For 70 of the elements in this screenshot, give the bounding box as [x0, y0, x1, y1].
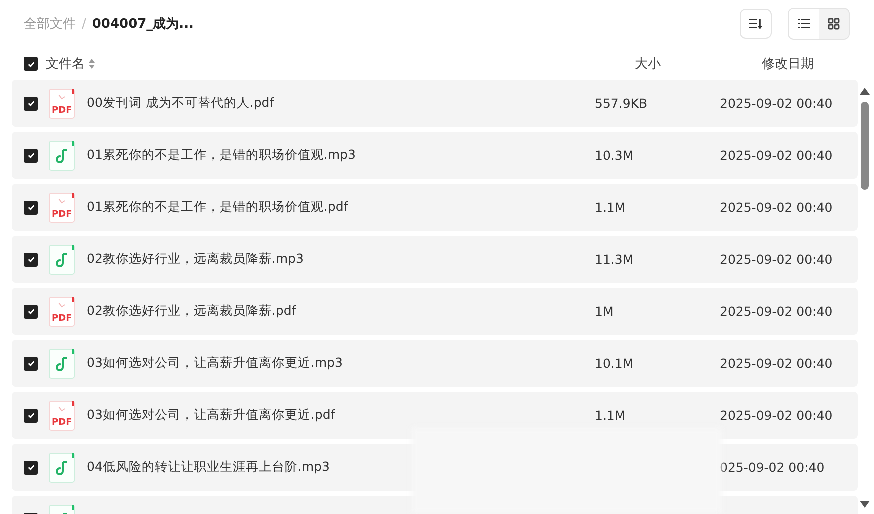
check-icon	[26, 203, 36, 212]
checkbox[interactable]	[24, 408, 38, 422]
pdf-file-icon: PDF	[49, 192, 75, 222]
file-name: 00发刊词 成为不可替代的人.pdf	[87, 95, 274, 110]
checkbox[interactable]	[24, 57, 38, 71]
file-size: 11.3M	[595, 252, 634, 267]
sort-button[interactable]	[740, 9, 772, 39]
check-icon	[26, 99, 36, 108]
column-header[interactable]: 文件名	[46, 55, 85, 73]
checkbox[interactable]	[24, 304, 38, 318]
file-name: 02教你选好行业，远离裁员降薪.mp3	[87, 251, 304, 266]
music-file-icon	[49, 452, 75, 482]
scroll-down-icon[interactable]	[860, 501, 870, 508]
modified-date: 2025-09-02 00:40	[720, 252, 833, 267]
check-icon	[26, 411, 36, 420]
check-icon	[26, 60, 36, 68]
modified-date: 2025-09-02 00:40	[720, 200, 833, 215]
sort-arrows-icon[interactable]	[89, 59, 95, 69]
file-size: 557.9KB	[595, 96, 648, 111]
check-icon	[26, 151, 36, 160]
check-icon	[26, 359, 36, 368]
column-header: 修改日期	[762, 56, 814, 73]
sort-icon	[749, 18, 763, 30]
file-row[interactable]: PDF 01累死你的不是工作，是错的职场价值观.pdf 1.1M 2025-09-02 00:40	[12, 184, 858, 231]
file-name: 04低风险的转让让职业生涯再上台阶.mp3	[87, 459, 330, 474]
file-size: 1M	[595, 304, 614, 319]
music-file-icon	[49, 244, 75, 274]
file-size: 10.1M	[595, 356, 634, 371]
music-file-icon	[49, 348, 75, 378]
file-name: 03如何选对公司，让高薪升值离你更近.mp3	[87, 355, 343, 370]
scroll-up-icon[interactable]	[860, 88, 870, 95]
file-name: 02教你选好行业，远离裁员降薪.pdf	[87, 303, 296, 318]
file-name: 01累死你的不是工作，是错的职场价值观.mp3	[87, 147, 356, 162]
pdf-file-icon: PDF	[49, 400, 75, 430]
scrollbar-thumb[interactable]	[861, 102, 869, 190]
modified-date: 2025-09-02 00:40	[720, 96, 833, 111]
checkbox[interactable]	[24, 148, 38, 162]
modified-date: 2025-09-02 00:40	[720, 408, 833, 423]
checkbox[interactable]	[24, 356, 38, 370]
pdf-file-icon: PDF	[49, 88, 75, 118]
file-row[interactable]: 01累死你的不是工作，是错的职场价值观.mp3 10.3M 2025-09-02 00:40	[12, 132, 858, 179]
file-size: 10.3M	[595, 148, 634, 163]
file-name: 01累死你的不是工作，是错的职场价值观.pdf	[87, 199, 348, 214]
modified-date: 2025-09-02 00:40	[720, 148, 833, 163]
breadcrumb-separator: /	[82, 16, 86, 32]
modified-date: 2025-09-02 00:40	[720, 304, 833, 319]
file-row[interactable]: 03如何选对公司，让高薪升值离你更近.mp3 10.1M 2025-09-02 00:40	[12, 340, 858, 387]
grid-view-icon	[828, 18, 840, 30]
music-file-icon	[49, 140, 75, 170]
modified-date: 025-09-02 00:40	[720, 460, 825, 475]
check-icon	[26, 255, 36, 264]
list-view-icon	[798, 19, 810, 29]
check-icon	[26, 463, 36, 472]
file-row[interactable]: 02教你选好行业，远离裁员降薪.mp3 11.3M 2025-09-02 00:40	[12, 236, 858, 283]
file-row[interactable]: PDF 00发刊词 成为不可替代的人.pdf 557.9KB 2025-09-02 00:40	[12, 80, 858, 127]
file-size: 1.1M	[595, 408, 626, 423]
checkbox[interactable]	[24, 96, 38, 110]
check-icon	[26, 307, 36, 316]
column-header: 大小	[635, 56, 661, 73]
modified-date: 2025-09-02 00:40	[720, 356, 833, 371]
file-name: 03如何选对公司，让高薪升值离你更近.pdf	[87, 407, 336, 422]
file-row[interactable]: PDF 02教你选好行业，远离裁员降薪.pdf 1M 2025-09-02 00:40	[12, 288, 858, 335]
file-row[interactable]: PDF 03如何选对公司，让高薪升值离你更近.pdf 1.1M 2025-09-02 00:40	[12, 392, 858, 439]
checkbox[interactable]	[24, 252, 38, 266]
list-view-button[interactable]	[789, 9, 819, 39]
file-size: 1.1M	[595, 200, 626, 215]
checkbox[interactable]	[24, 200, 38, 214]
breadcrumb-current: 004007_成为...	[92, 16, 194, 33]
pdf-file-icon: PDF	[49, 296, 75, 326]
checkbox[interactable]	[24, 460, 38, 474]
